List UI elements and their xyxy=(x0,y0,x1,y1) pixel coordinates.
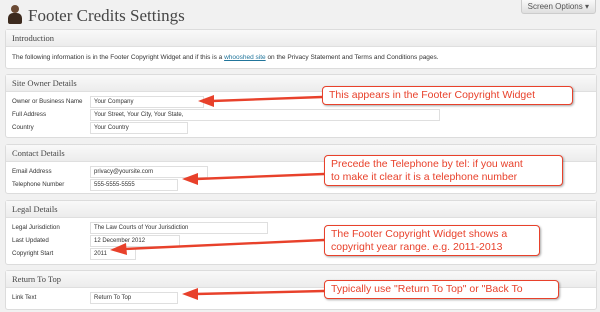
callout-telephone-line2: to make it clear it is a telephone numbe… xyxy=(331,170,518,183)
legal-heading: Legal Details xyxy=(6,201,596,218)
last-updated-label: Last Updated xyxy=(12,237,49,244)
email-label: Email Address xyxy=(12,168,52,175)
user-icon xyxy=(8,5,22,25)
intro-heading: Introduction xyxy=(6,30,596,47)
intro-text-start: The following information is in the Foot… xyxy=(12,54,225,61)
screen-options-button[interactable]: Screen Options ▾ xyxy=(520,0,596,14)
copyright-start-label: Copyright Start xyxy=(12,250,54,257)
jurisdiction-input[interactable]: The Law Courts of Your Jurisdiction xyxy=(90,222,268,234)
site-owner-panel: Site Owner Details Owner or Business Nam… xyxy=(5,74,597,138)
callout-telephone: Precede the Telephone by tel: if you wan… xyxy=(324,155,563,186)
country-input[interactable]: Your Country xyxy=(90,122,188,134)
jurisdiction-label: Legal Jurisdiction xyxy=(12,224,60,231)
callout-copyright-line1: The Footer Copyright Widget shows a xyxy=(331,228,508,240)
callout-copyright: The Footer Copyright Widget shows a copy… xyxy=(324,225,540,256)
telephone-input[interactable]: 555-5555-5555 xyxy=(90,179,178,191)
callout-copyright-line2: copyright year range. e.g. 2011-2013 xyxy=(331,240,503,253)
copyright-start-input[interactable]: 2011 xyxy=(90,248,136,260)
callout-telephone-line1: Precede the Telephone by tel: if you wan… xyxy=(331,158,523,170)
intro-text-end: on the Privacy Statement and Terms and C… xyxy=(265,54,439,61)
email-input[interactable]: privacy@yoursite.com xyxy=(90,166,208,178)
link-text-label: Link Text xyxy=(12,294,37,301)
page-header: Footer Credits Settings Screen Options ▾ xyxy=(0,0,600,30)
callout-return-to-top: Typically use "Return To Top" or "Back T… xyxy=(324,280,559,299)
callout-owner-name: This appears in the Footer Copyright Wid… xyxy=(322,86,573,105)
owner-name-input[interactable]: Your Company xyxy=(90,96,204,108)
intro-text: The following information is in the Foot… xyxy=(12,54,439,61)
page-title: Footer Credits Settings xyxy=(28,6,185,25)
country-label: Country xyxy=(12,124,34,131)
callout-owner-name-text: This appears in the Footer Copyright Wid… xyxy=(329,89,536,101)
last-updated-input[interactable]: 12 December 2012 xyxy=(90,235,180,247)
full-address-label: Full Address xyxy=(12,111,47,118)
full-address-input[interactable]: Your Street, Your City, Your State, xyxy=(90,109,440,121)
link-text-input[interactable]: Return To Top xyxy=(90,292,178,304)
callout-return-to-top-text: Typically use "Return To Top" or "Back T… xyxy=(331,283,523,295)
intro-panel: Introduction The following information i… xyxy=(5,29,597,69)
whooshed-site-link[interactable]: whooshed site xyxy=(224,54,266,61)
telephone-label: Telephone Number xyxy=(12,181,65,188)
owner-name-label: Owner or Business Name xyxy=(12,98,83,105)
